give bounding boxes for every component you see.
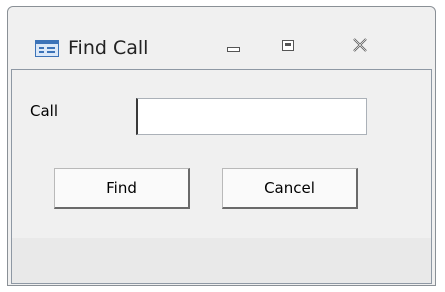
maximize-button[interactable] [269, 33, 307, 59]
dialog-body: Call Find Cancel [11, 69, 432, 284]
window-title: Find Call [68, 37, 149, 59]
form-footer [12, 238, 431, 283]
find-call-dialog: Find Call Call Find Cancel [7, 6, 436, 286]
close-icon [353, 38, 367, 52]
maximize-icon [282, 40, 294, 51]
minimize-button[interactable] [215, 33, 253, 59]
title-bar[interactable]: Find Call [8, 7, 435, 69]
cancel-button[interactable]: Cancel [222, 168, 358, 209]
close-button[interactable] [341, 33, 379, 59]
find-button[interactable]: Find [54, 168, 190, 209]
form-icon [35, 40, 59, 57]
minimize-icon [227, 47, 240, 52]
call-label: Call [30, 102, 59, 120]
call-input[interactable] [136, 98, 367, 135]
